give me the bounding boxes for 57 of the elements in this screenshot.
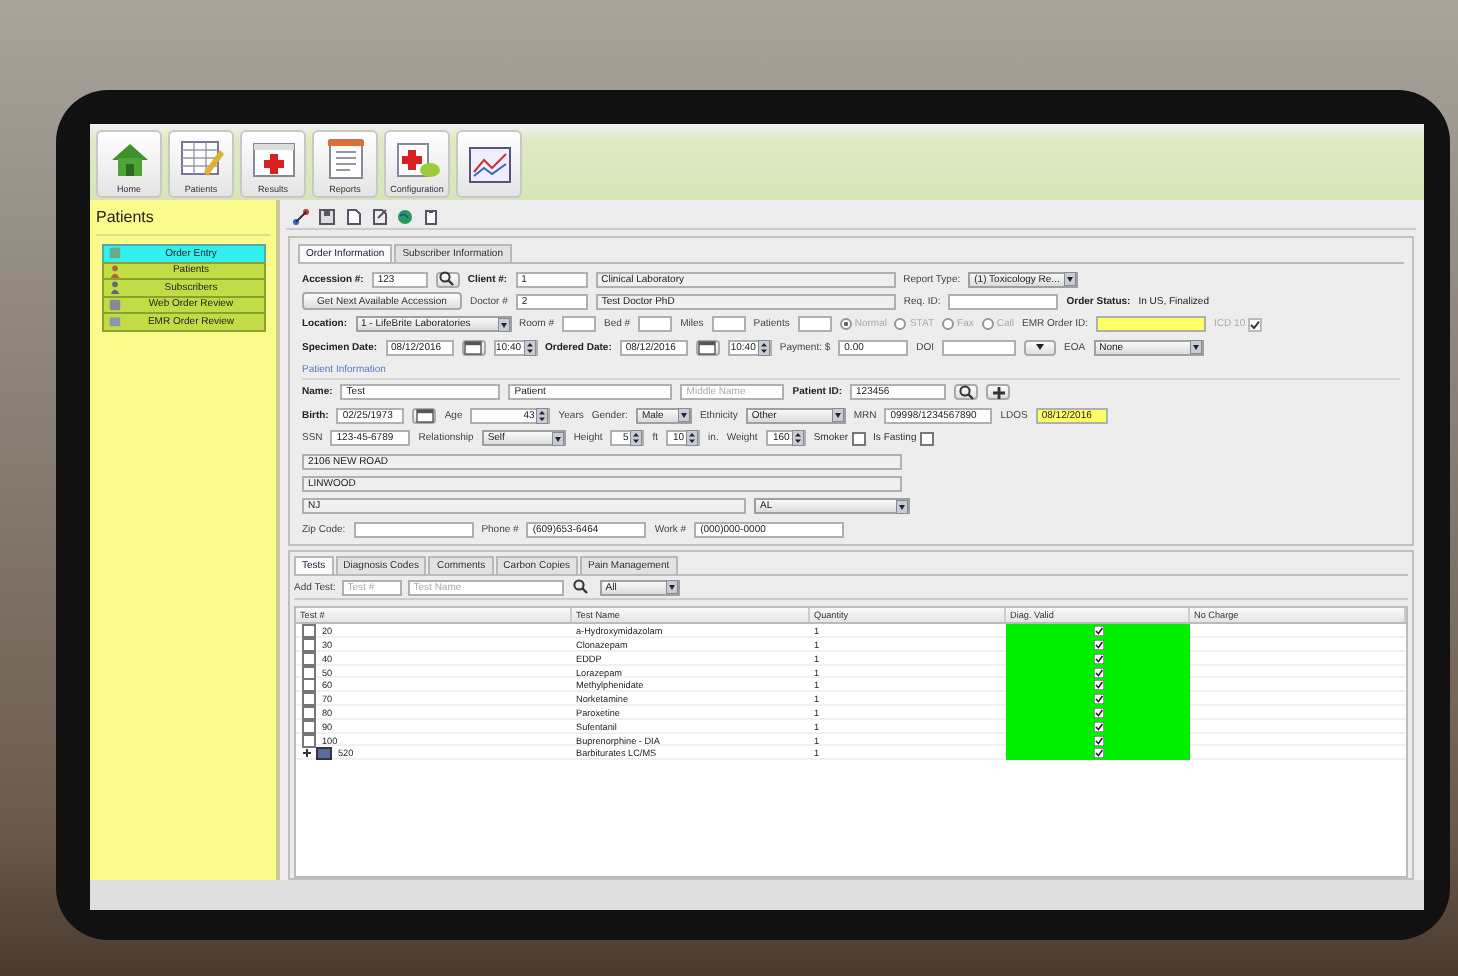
caret-icon xyxy=(665,580,678,595)
checkbox[interactable] xyxy=(919,431,934,446)
globe-icon xyxy=(396,207,414,225)
checkbox[interactable] xyxy=(302,624,316,639)
search-icon xyxy=(572,578,591,597)
search-icon xyxy=(438,270,457,288)
check-icon xyxy=(1093,626,1103,637)
save-icon xyxy=(318,207,336,225)
input-field[interactable] xyxy=(353,521,474,538)
check-icon xyxy=(1093,694,1103,705)
spinner-arrows-icon xyxy=(536,407,549,424)
caret-icon xyxy=(831,408,844,423)
checkbox[interactable] xyxy=(302,678,316,693)
checkbox[interactable] xyxy=(302,706,316,721)
input-field[interactable] xyxy=(1096,316,1207,333)
spinner-arrows-icon xyxy=(791,430,804,447)
charts-button[interactable] xyxy=(456,130,522,198)
calendar-button[interactable] xyxy=(695,339,720,356)
checkbox[interactable] xyxy=(302,692,316,707)
spinner-arrows-icon xyxy=(630,430,643,447)
calendar-icon xyxy=(415,407,434,424)
caret-icon xyxy=(551,431,564,446)
input-field[interactable] xyxy=(948,293,1059,310)
calendar-button[interactable] xyxy=(412,407,437,424)
calendar-button[interactable] xyxy=(461,339,486,356)
search-button[interactable] xyxy=(435,271,460,287)
input-field[interactable] xyxy=(797,316,832,333)
caret-icon xyxy=(896,499,908,514)
search-icon xyxy=(957,383,976,402)
clipboard-icon xyxy=(422,207,440,225)
tools-icon xyxy=(370,207,388,225)
spinner-arrows-icon xyxy=(523,339,536,356)
spinner-arrows-icon xyxy=(757,339,770,356)
caret-icon xyxy=(1034,342,1047,353)
document-icon xyxy=(344,207,362,225)
input-field[interactable] xyxy=(638,316,673,333)
checkbox[interactable] xyxy=(851,431,866,446)
dropdown-button[interactable] xyxy=(1024,339,1057,356)
expand-icon[interactable] xyxy=(302,748,312,759)
search-button[interactable] xyxy=(954,384,979,401)
input-field[interactable] xyxy=(711,316,746,333)
checkbox[interactable] xyxy=(302,638,316,653)
calendar-icon xyxy=(698,339,717,356)
add-button[interactable] xyxy=(986,384,1011,401)
caret-icon xyxy=(1064,272,1077,286)
caret-icon xyxy=(1189,340,1202,355)
check-icon xyxy=(1250,319,1261,330)
caret-icon xyxy=(677,408,690,423)
input-field[interactable] xyxy=(562,316,597,333)
network-icon xyxy=(292,207,310,225)
spinner-arrows-icon xyxy=(686,430,699,447)
calendar-icon xyxy=(464,339,483,356)
folder-icon xyxy=(316,746,332,761)
plus-icon xyxy=(989,383,1008,402)
sidebar-title: Patients xyxy=(96,204,270,236)
caret-icon xyxy=(497,317,509,332)
input-field[interactable] xyxy=(942,339,1017,356)
